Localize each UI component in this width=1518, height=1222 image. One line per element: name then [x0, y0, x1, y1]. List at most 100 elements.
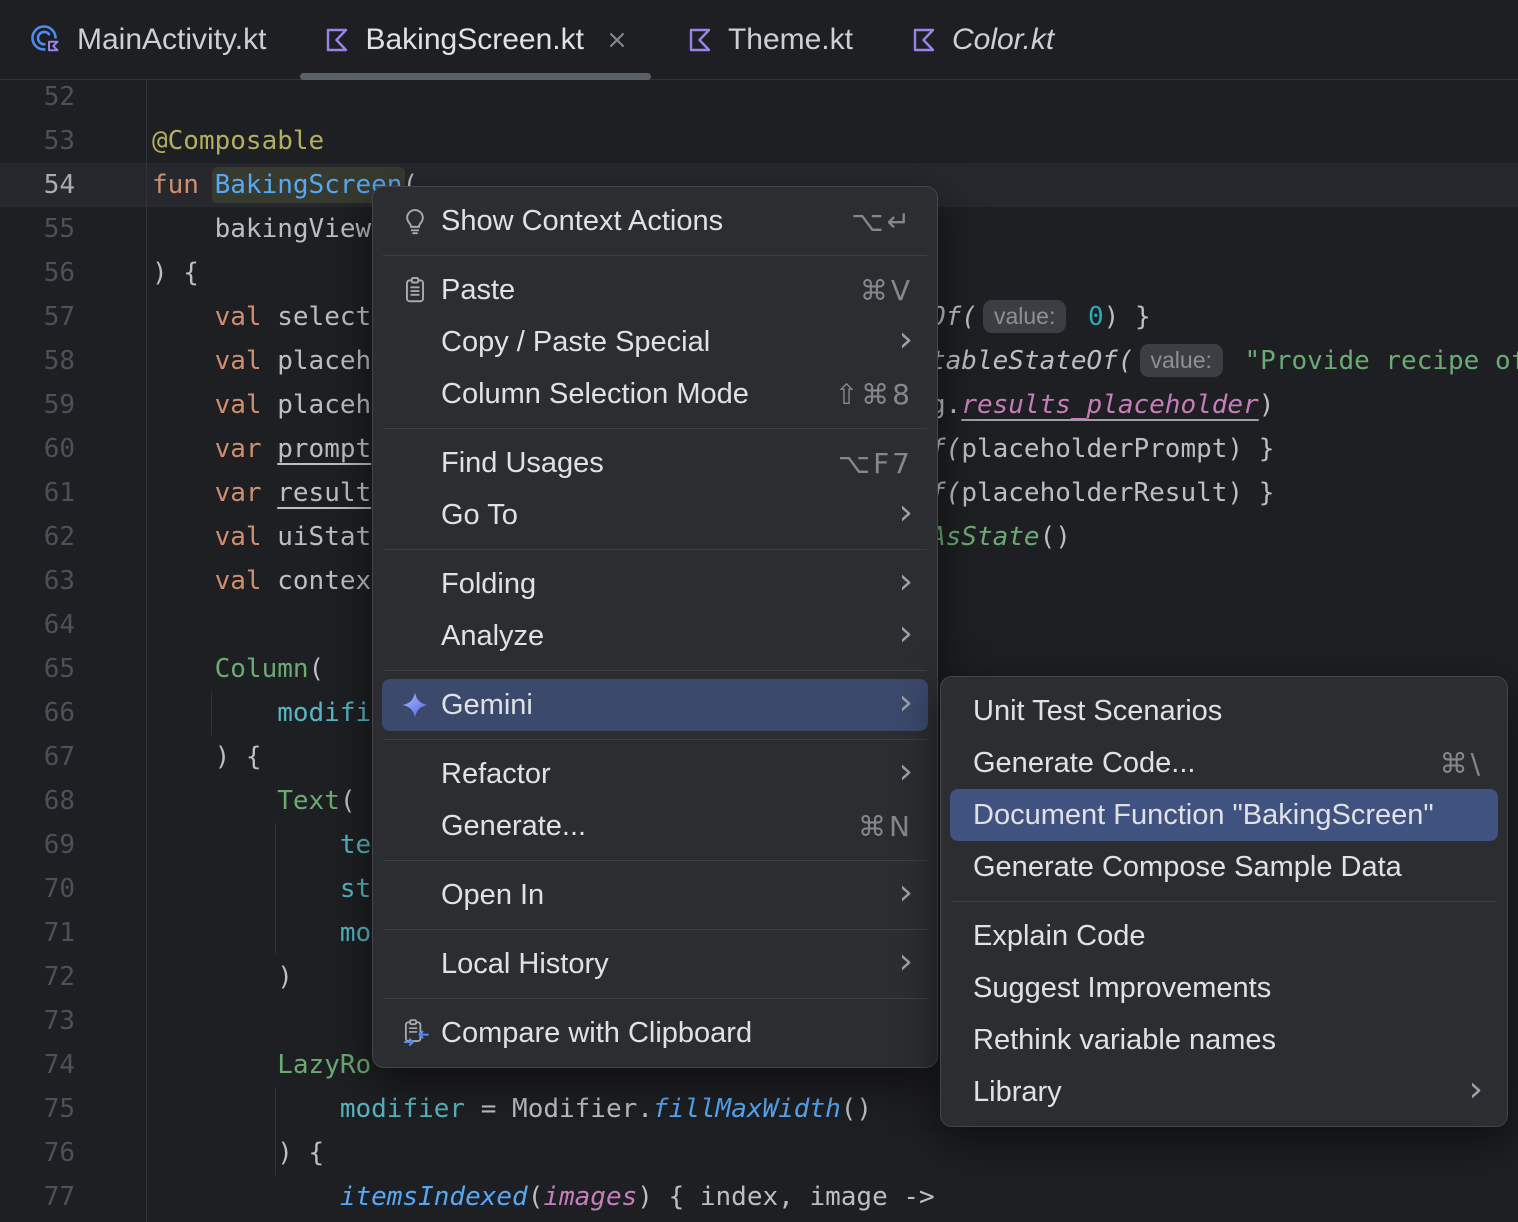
menu-item-go-to[interactable]: Go To › [382, 489, 928, 541]
menu-item-label: Rethink variable names [973, 1023, 1277, 1056]
line-number[interactable]: 76 [0, 1131, 75, 1175]
menu-item-label: Library [973, 1075, 1062, 1108]
code-token: ( [527, 1182, 544, 1212]
line-number[interactable]: 58 [0, 339, 75, 383]
line-number[interactable]: 70 [0, 867, 75, 911]
line-number[interactable]: 71 [0, 911, 75, 955]
menu-separator [383, 670, 927, 671]
line-number[interactable]: 52 [0, 75, 75, 119]
code-token: contex [277, 566, 372, 596]
code-token: var [152, 434, 278, 464]
menu-item-paste[interactable]: Paste ⌘V [382, 264, 928, 316]
code-text-right: AsState() [930, 515, 1071, 559]
code-token: 0 [1088, 302, 1104, 332]
tab-bakingscreen-kt[interactable]: BakingScreen.kt [294, 0, 656, 80]
line-number[interactable]: 61 [0, 471, 75, 515]
menu-item-library[interactable]: Library › [950, 1066, 1498, 1118]
code-token: modifi [152, 698, 372, 728]
line-number[interactable]: 68 [0, 779, 75, 823]
line-number[interactable]: 65 [0, 647, 75, 691]
tab-theme-kt[interactable]: Theme.kt [657, 0, 881, 79]
line-number[interactable]: 53 [0, 119, 75, 163]
submenu-arrow-icon: › [898, 751, 913, 792]
line-number[interactable]: 72 [0, 955, 75, 999]
menu-item-suggest-improvements[interactable]: Suggest Improvements [950, 962, 1498, 1014]
code-token: st [152, 874, 372, 904]
menu-item-local-history[interactable]: Local History › [382, 938, 928, 990]
menu-item-label: Unit Test Scenarios [973, 694, 1223, 727]
menu-item-folding[interactable]: Folding › [382, 558, 928, 610]
line-number[interactable]: 69 [0, 823, 75, 867]
code-token: @Composable [152, 126, 325, 156]
line-number[interactable]: 75 [0, 1087, 75, 1131]
code-token: bakingView [152, 214, 372, 244]
menu-item-generate-code[interactable]: Generate Code... ⌘\ [950, 737, 1498, 789]
code-text: mo [152, 911, 371, 955]
code-token: Text [277, 786, 340, 816]
line-number[interactable]: 56 [0, 251, 75, 295]
menu-item-rethink-variable-names[interactable]: Rethink variable names [950, 1014, 1498, 1066]
menu-separator [383, 860, 927, 861]
line-number[interactable]: 77 [0, 1175, 75, 1219]
gemini-submenu: Unit Test Scenarios Generate Code... ⌘\ Doc… [940, 676, 1508, 1127]
line-number[interactable]: 55 [0, 207, 75, 251]
menu-item-refactor[interactable]: Refactor › [382, 748, 928, 800]
code-token: val [152, 302, 278, 332]
menu-item-label: Local History [441, 947, 609, 980]
menu-item-show-context-actions[interactable]: Show Context Actions ⌥↵ [382, 195, 928, 247]
submenu-arrow-icon: › [898, 872, 913, 913]
menu-item-explain-code[interactable]: Explain Code [950, 910, 1498, 962]
line-number[interactable]: 59 [0, 383, 75, 427]
line-number[interactable]: 54 [0, 163, 75, 207]
tab-mainactivity-kt[interactable]: MainActivity.kt [0, 0, 294, 79]
line-number[interactable]: 67 [0, 735, 75, 779]
menu-separator [383, 929, 927, 930]
code-text: val placeh [152, 383, 372, 427]
menu-item-open-in[interactable]: Open In › [382, 869, 928, 921]
menu-item-label: Paste [441, 273, 516, 306]
code-text: ) { [152, 1131, 324, 1175]
menu-item-generate[interactable]: Generate... ⌘N [382, 800, 928, 852]
menu-item-unit-test-scenarios[interactable]: Unit Test Scenarios [950, 685, 1498, 737]
line-number[interactable]: 60 [0, 427, 75, 471]
menu-item-label: Gemini [441, 688, 533, 721]
menu-item-gemini[interactable]: Gemini › [382, 679, 928, 731]
menu-item-copy-paste-special[interactable]: Copy / Paste Special › [382, 316, 928, 368]
code-line-77[interactable]: 77 itemsIndexed(images) { index, image -… [0, 1175, 1518, 1219]
line-number[interactable]: 74 [0, 1043, 75, 1087]
context-menu: Show Context Actions ⌥↵ Paste ⌘V Copy / Past… [372, 186, 938, 1068]
tab-label: Theme.kt [727, 22, 853, 56]
menu-separator [383, 998, 927, 999]
code-line-76[interactable]: 76 ) { [0, 1131, 1518, 1175]
line-number[interactable]: 66 [0, 691, 75, 735]
code-token: prompt [277, 434, 372, 464]
menu-item-document-function-bakingscreen[interactable]: Document Function "BakingScreen" [950, 789, 1498, 841]
code-text: itemsIndexed(images) { index, image -> [152, 1175, 935, 1219]
indent-guide [275, 823, 276, 955]
menu-item-analyze[interactable]: Analyze › [382, 610, 928, 662]
code-token: ( [339, 786, 356, 816]
menu-item-compare-with-clipboard[interactable]: Compare with Clipboard [382, 1007, 928, 1059]
code-token: ) { [152, 1138, 325, 1168]
tab-color-kt[interactable]: Color.kt [881, 0, 1082, 79]
menu-item-label: Open In [441, 878, 545, 911]
line-number[interactable]: 63 [0, 559, 75, 603]
code-token: () [1039, 522, 1071, 552]
tab-label: MainActivity.kt [77, 22, 267, 56]
line-number[interactable]: 62 [0, 515, 75, 559]
line-number[interactable]: 73 [0, 999, 75, 1043]
code-token: ) } [1227, 434, 1275, 464]
line-number[interactable]: 57 [0, 295, 75, 339]
menu-item-column-selection-mode[interactable]: Column Selection Mode ⇧⌘8 [382, 368, 928, 420]
submenu-arrow-icon: › [898, 941, 913, 982]
menu-item-find-usages[interactable]: Find Usages ⌥F7 [382, 437, 928, 489]
gutter-separator [146, 80, 147, 1222]
menu-item-generate-compose-sample-data[interactable]: Generate Compose Sample Data [950, 841, 1498, 893]
code-line-53[interactable]: 53 @Composable [0, 119, 1518, 163]
menu-item-label: Compare with Clipboard [441, 1016, 753, 1049]
close-icon[interactable] [605, 28, 629, 52]
line-number[interactable]: 64 [0, 603, 75, 647]
code-line-52[interactable]: 52 [0, 75, 1518, 119]
code-token: = Modifier. [465, 1094, 653, 1124]
